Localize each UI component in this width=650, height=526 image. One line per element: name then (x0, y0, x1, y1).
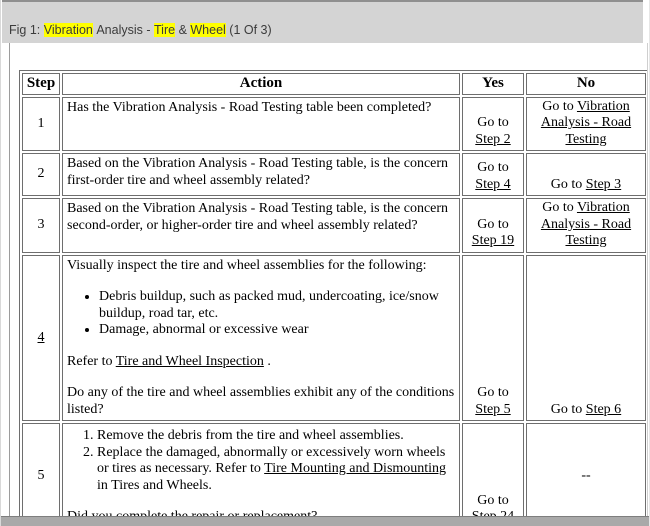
go-to-text: Go to (477, 216, 509, 232)
link-step-2[interactable]: Step 2 (475, 132, 510, 147)
action-cell: Based on the Vibration Analysis - Road T… (62, 198, 460, 253)
step-number: 3 (22, 198, 60, 253)
highlighted-term: Wheel (190, 23, 226, 37)
go-to-text: Go to (542, 200, 577, 216)
no-cell: Go to Vibration Analysis - Road Testing (526, 96, 646, 152)
highlighted-term: Vibration (43, 23, 93, 37)
caption-text: (1 Of 3) (225, 23, 272, 37)
action-cell: Has the Vibration Analysis - Road Testin… (62, 96, 460, 152)
table-row-step-5: 5 Remove the debris from the tire and wh… (22, 423, 646, 516)
figure-caption-bar: Fig 1: Vibration Analysis - Tire & Wheel… (2, 0, 643, 43)
link-step-4[interactable]: Step 4 (475, 177, 510, 192)
col-header-action: Action (62, 73, 460, 95)
action-cell: Visually inspect the tire and wheel asse… (62, 254, 460, 422)
no-cell: Go to Step 3 (526, 153, 646, 197)
link-tire-and-wheel-inspection[interactable]: Tire and Wheel Inspection (116, 354, 264, 369)
table-row-step-2: 2 Based on the Vibration Analysis - Road… (22, 153, 646, 197)
go-to-text: Go to (477, 492, 509, 508)
no-cell: Go to Vibration Analysis - Road Testing (526, 198, 646, 253)
refer-line: Refer to Tire and Wheel Inspection . (67, 354, 455, 371)
step-number: 5 (22, 423, 60, 516)
go-to-text: Go to (550, 176, 586, 192)
bullet-item: Damage, abnormal or excessive wear (99, 322, 455, 339)
yes-cell: Go to Step 2 (462, 96, 524, 152)
col-header-yes: Yes (462, 73, 524, 95)
link-step-4-self[interactable]: 4 (38, 330, 45, 345)
numbered-item-text: in Tires and Wheels. (97, 477, 212, 493)
table-header-row: Step Action Yes No (22, 73, 646, 95)
highlighted-term: Tire (154, 23, 176, 37)
table-row-step-3: 3 Based on the Vibration Analysis - Road… (22, 198, 646, 253)
go-to-text: Go to (477, 385, 509, 401)
numbered-item: Remove the debris from the tire and whee… (97, 428, 455, 445)
caption-text: Analysis - (92, 23, 154, 37)
caption-text: & (175, 23, 191, 37)
action-cell: Based on the Vibration Analysis - Road T… (62, 153, 460, 197)
link-step-5[interactable]: Step 5 (475, 402, 510, 417)
action-intro: Visually inspect the tire and wheel asse… (67, 257, 427, 273)
action-text: Has the Vibration Analysis - Road Testin… (67, 99, 432, 115)
go-to-text: Go to (477, 160, 509, 176)
decision-table: Step Action Yes No 1 Has the Vibration A… (19, 70, 647, 516)
go-to-text: Go to (542, 98, 577, 114)
not-applicable-text: -- (581, 467, 591, 483)
no-cell: -- (526, 423, 646, 516)
refer-text: Refer to (67, 353, 116, 369)
step-number-link-cell: 4 (22, 254, 60, 422)
link-step-6[interactable]: Step 6 (586, 402, 621, 417)
go-to-text: Go to (550, 401, 586, 417)
action-text: Based on the Vibration Analysis - Road T… (67, 201, 449, 233)
link-tire-mounting-and-dismounting[interactable]: Tire Mounting and Dismounting (264, 461, 446, 476)
no-cell: Go to Step 6 (526, 254, 646, 422)
table-row-step-1: 1 Has the Vibration Analysis - Road Test… (22, 96, 646, 152)
repair-numbered-list: Remove the debris from the tire and whee… (67, 428, 455, 494)
action-text: Based on the Vibration Analysis - Road T… (67, 156, 449, 188)
action-cell: Remove the debris from the tire and whee… (62, 423, 460, 516)
document-area: Step Action Yes No 1 Has the Vibration A… (9, 43, 648, 516)
yes-cell: Go to Step 24 (462, 423, 524, 516)
col-header-step: Step (22, 73, 60, 95)
table-row-step-4: 4 Visually inspect the tire and wheel as… (22, 254, 646, 422)
step-number: 1 (22, 96, 60, 152)
link-step-3[interactable]: Step 3 (586, 177, 621, 192)
yes-cell: Go to Step 19 (462, 198, 524, 253)
link-step-19[interactable]: Step 19 (472, 233, 514, 248)
step-number: 2 (22, 153, 60, 197)
inspection-bullet-list: Debris buildup, such as packed mud, unde… (67, 289, 455, 339)
yes-cell: Go to Step 4 (462, 153, 524, 197)
go-to-text: Go to (477, 115, 509, 131)
window-bottom-edge (1, 516, 649, 526)
refer-suffix: . (263, 353, 271, 369)
bullet-item: Debris buildup, such as packed mud, unde… (99, 289, 455, 322)
figure-caption-prefix: Fig 1: (9, 23, 44, 37)
window: Fig 1: Vibration Analysis - Tire & Wheel… (0, 0, 650, 526)
col-header-no: No (526, 73, 646, 95)
numbered-item: Replace the damaged, abnormally or exces… (97, 445, 455, 495)
action-question: Do any of the tire and wheel assemblies … (67, 385, 455, 417)
yes-cell: Go to Step 5 (462, 254, 524, 422)
